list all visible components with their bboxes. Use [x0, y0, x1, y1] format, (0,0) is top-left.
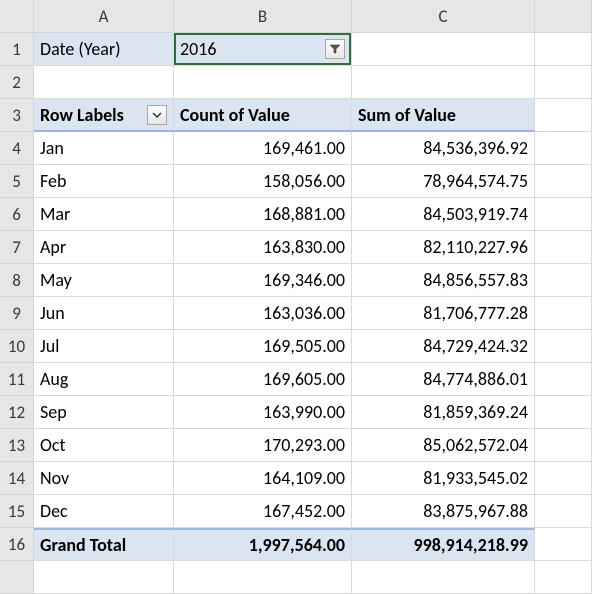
row-header[interactable]: 12: [0, 396, 34, 429]
pivot-count-value[interactable]: 167,452.00: [174, 495, 352, 528]
cell[interactable]: [535, 561, 592, 594]
pivot-count-value[interactable]: 164,109.00: [174, 462, 352, 495]
funnel-icon: [329, 43, 341, 55]
pivot-row-label[interactable]: Dec: [34, 495, 174, 528]
cell[interactable]: [352, 66, 535, 99]
pivot-grand-total-label[interactable]: Grand Total: [34, 528, 174, 561]
row-header[interactable]: 8: [0, 264, 34, 297]
cell[interactable]: [535, 231, 592, 264]
pivot-grand-total-sum[interactable]: 998,914,218.99: [352, 528, 535, 561]
spreadsheet-grid: A B C 1 Date (Year) 2016 2 3 Row Labels …: [0, 0, 592, 594]
select-all-corner[interactable]: [0, 0, 34, 33]
row-header[interactable]: 1: [0, 33, 34, 66]
row-labels-dropdown-button[interactable]: [147, 105, 167, 125]
pivot-sum-value[interactable]: 82,110,227.96: [352, 231, 535, 264]
pivot-count-value[interactable]: 168,881.00: [174, 198, 352, 231]
pivot-sum-value[interactable]: 81,933,545.02: [352, 462, 535, 495]
cell[interactable]: [535, 429, 592, 462]
pivot-count-value[interactable]: 169,346.00: [174, 264, 352, 297]
pivot-count-value[interactable]: 158,056.00: [174, 165, 352, 198]
cell[interactable]: [535, 330, 592, 363]
filter-dropdown-button[interactable]: [325, 39, 345, 59]
pivot-sum-value[interactable]: 84,774,886.01: [352, 363, 535, 396]
pivot-count-value[interactable]: 169,605.00: [174, 363, 352, 396]
row-header[interactable]: 11: [0, 363, 34, 396]
row-header[interactable]: 2: [0, 66, 34, 99]
cell[interactable]: [535, 396, 592, 429]
row-labels-text: Row Labels: [40, 104, 124, 126]
row-header[interactable]: 16: [0, 528, 34, 561]
pivot-row-label[interactable]: Feb: [34, 165, 174, 198]
pivot-row-label[interactable]: Jan: [34, 132, 174, 165]
row-header[interactable]: 3: [0, 99, 34, 132]
cell[interactable]: [535, 33, 592, 66]
cell[interactable]: [535, 363, 592, 396]
row-header[interactable]: 9: [0, 297, 34, 330]
pivot-count-header[interactable]: Count of Value: [174, 99, 352, 132]
cell[interactable]: [174, 561, 352, 594]
row-header[interactable]: 5: [0, 165, 34, 198]
row-header[interactable]: 13: [0, 429, 34, 462]
pivot-count-value[interactable]: 170,293.00: [174, 429, 352, 462]
pivot-row-label[interactable]: Aug: [34, 363, 174, 396]
row-header[interactable]: 14: [0, 462, 34, 495]
row-header[interactable]: 4: [0, 132, 34, 165]
pivot-row-label[interactable]: Mar: [34, 198, 174, 231]
cell[interactable]: [34, 561, 174, 594]
pivot-row-label[interactable]: Oct: [34, 429, 174, 462]
cell[interactable]: [535, 528, 592, 561]
chevron-down-icon: [152, 110, 162, 120]
pivot-filter-value-cell[interactable]: 2016: [174, 33, 352, 66]
pivot-row-label[interactable]: May: [34, 264, 174, 297]
pivot-count-value[interactable]: 169,461.00: [174, 132, 352, 165]
pivot-sum-value[interactable]: 84,729,424.32: [352, 330, 535, 363]
cell[interactable]: [535, 132, 592, 165]
pivot-sum-header[interactable]: Sum of Value: [352, 99, 535, 132]
pivot-row-label[interactable]: Apr: [34, 231, 174, 264]
cell[interactable]: [174, 66, 352, 99]
cell[interactable]: [535, 165, 592, 198]
pivot-count-value[interactable]: 163,830.00: [174, 231, 352, 264]
pivot-sum-value[interactable]: 81,706,777.28: [352, 297, 535, 330]
pivot-row-labels-header[interactable]: Row Labels: [34, 99, 174, 132]
cell[interactable]: [535, 495, 592, 528]
row-header[interactable]: 10: [0, 330, 34, 363]
col-header-a[interactable]: A: [34, 0, 174, 33]
cell[interactable]: [34, 66, 174, 99]
row-header[interactable]: 7: [0, 231, 34, 264]
cell[interactable]: [352, 561, 535, 594]
pivot-sum-value[interactable]: 81,859,369.24: [352, 396, 535, 429]
pivot-row-label[interactable]: Sep: [34, 396, 174, 429]
pivot-sum-value[interactable]: 84,856,557.83: [352, 264, 535, 297]
pivot-row-label[interactable]: Nov: [34, 462, 174, 495]
cell[interactable]: [535, 99, 592, 132]
cell[interactable]: [535, 198, 592, 231]
pivot-sum-value[interactable]: 85,062,572.04: [352, 429, 535, 462]
pivot-row-label[interactable]: Jul: [34, 330, 174, 363]
col-header-c[interactable]: C: [352, 0, 535, 33]
pivot-sum-value[interactable]: 83,875,967.88: [352, 495, 535, 528]
pivot-row-label[interactable]: Jun: [34, 297, 174, 330]
pivot-sum-value[interactable]: 78,964,574.75: [352, 165, 535, 198]
pivot-sum-value[interactable]: 84,503,919.74: [352, 198, 535, 231]
pivot-filter-label[interactable]: Date (Year): [34, 33, 174, 66]
cell[interactable]: [535, 66, 592, 99]
col-header-d[interactable]: [535, 0, 592, 33]
pivot-sum-value[interactable]: 84,536,396.92: [352, 132, 535, 165]
pivot-filter-value: 2016: [180, 38, 217, 60]
pivot-count-value[interactable]: 163,990.00: [174, 396, 352, 429]
row-header[interactable]: 15: [0, 495, 34, 528]
cell[interactable]: [352, 33, 535, 66]
pivot-count-value[interactable]: 169,505.00: [174, 330, 352, 363]
pivot-count-value[interactable]: 163,036.00: [174, 297, 352, 330]
cell[interactable]: [535, 462, 592, 495]
row-header[interactable]: 6: [0, 198, 34, 231]
row-header[interactable]: [0, 561, 34, 594]
cell[interactable]: [535, 264, 592, 297]
cell[interactable]: [535, 297, 592, 330]
col-header-b[interactable]: B: [174, 0, 352, 33]
pivot-grand-total-count[interactable]: 1,997,564.00: [174, 528, 352, 561]
